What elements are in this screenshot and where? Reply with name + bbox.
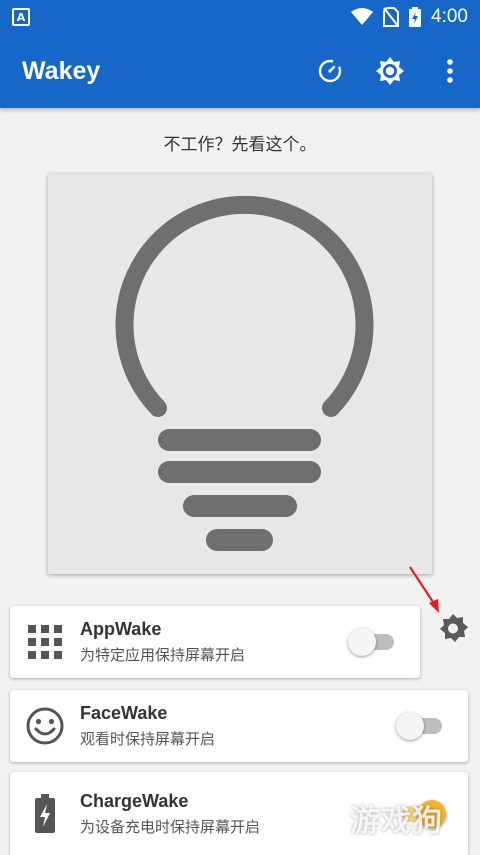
app-title: Wakey [22,56,101,85]
watermark: 游戏狗 [350,804,443,839]
status-bar: A 4:00 [0,0,480,34]
status-app-icon: A [12,8,30,26]
help-notice[interactable]: 不工作？先看这个。 [0,130,480,155]
wake-toggle-card[interactable] [48,174,432,574]
apps-grid-icon [28,625,62,659]
facewake-title: FaceWake [80,703,168,723]
facewake-toggle[interactable] [396,706,452,746]
face-icon [26,707,64,745]
appwake-row[interactable]: AppWake 为特定应用保持屏幕开启 [10,606,420,678]
timer-button[interactable] [300,41,360,101]
no-sim-icon [383,7,400,27]
chargewake-subtitle: 为设备充电时保持屏幕开启 [80,817,261,836]
more-vert-icon [447,59,453,83]
settings-gear-icon [440,614,468,642]
appwake-subtitle: 为特定应用保持屏幕开启 [80,646,246,664]
lightbulb-icon [115,195,374,551]
battery-charging-icon [35,793,55,833]
row-icon-container [10,606,80,678]
timer-icon [318,59,342,83]
appwake-toggle[interactable] [348,622,404,662]
wifi-icon [351,8,374,25]
brightness-settings-icon [376,57,404,85]
row-icon-container [10,690,80,762]
battery-charging-icon [409,7,422,27]
more-options-button[interactable] [420,41,480,101]
facewake-row[interactable]: FaceWake 观看时保持屏幕开启 [10,690,468,762]
brightness-settings-button[interactable] [360,41,420,101]
row-icon-container [10,772,80,855]
appwake-title: AppWake [80,619,162,639]
app-bar: Wakey [0,34,480,108]
status-time: 4:00 [431,6,468,27]
facewake-subtitle: 观看时保持屏幕开启 [80,730,216,748]
appwake-settings-button[interactable] [436,612,470,646]
chargewake-title: ChargeWake [80,790,189,811]
